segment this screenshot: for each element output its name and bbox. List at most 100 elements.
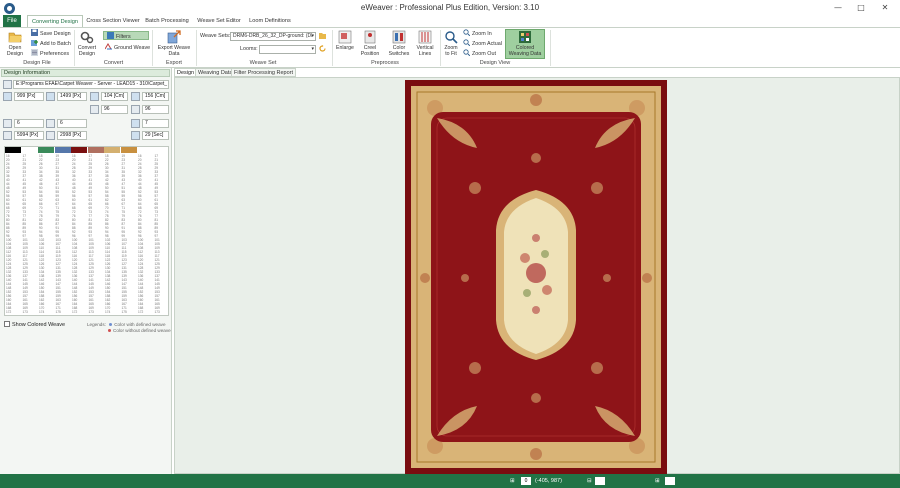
- weave-sets-folder-button[interactable]: [319, 32, 328, 41]
- color-switches-label-2: Switches: [388, 51, 410, 57]
- grid-cell[interactable]: 174: [104, 310, 120, 314]
- export-weave-data-button[interactable]: Export Weave Data: [154, 30, 194, 57]
- dpi-x-icon: [90, 105, 99, 114]
- zoom-in-button[interactable]: Zoom In: [463, 29, 492, 38]
- grid-cell[interactable]: 173: [154, 310, 169, 314]
- color-switches-button[interactable]: Color Switches: [387, 30, 411, 57]
- creel-position-button[interactable]: Creel Position: [359, 30, 381, 57]
- tab-design[interactable]: Design: [174, 68, 198, 77]
- zoom-in-icon: [463, 29, 470, 36]
- ground-weave-icon: [105, 43, 112, 50]
- weave-sets-label: Weave Sets:: [200, 33, 231, 39]
- zoom-out-button[interactable]: Zoom Out: [463, 49, 496, 58]
- refresh-looms-button[interactable]: [319, 45, 328, 54]
- refresh-icon: [319, 45, 326, 52]
- color-swatch[interactable]: [5, 147, 21, 153]
- color-swatch[interactable]: [120, 147, 137, 153]
- weave-sets-value: DRM6-DRB_26_32_DP-ground: (DI: [233, 33, 313, 39]
- show-colored-weave-checkbox[interactable]: Show Colored Weave: [4, 321, 65, 329]
- count-icon: [131, 119, 140, 128]
- panel-header: Design Information: [1, 69, 170, 77]
- color-swatch[interactable]: [71, 147, 87, 153]
- color-swatch[interactable]: [104, 147, 120, 153]
- add-to-batch-button[interactable]: Add to Batch: [31, 39, 71, 48]
- preferences-button[interactable]: Preferences: [31, 49, 69, 58]
- color-switches-icon: [392, 30, 406, 44]
- cursor-coords: (-405, 987): [535, 478, 562, 484]
- folder-icon: [319, 33, 326, 39]
- add-to-batch-label: Add to Batch: [40, 41, 71, 47]
- enlarge-button[interactable]: Enlarge: [335, 30, 355, 51]
- grid-cell[interactable]: 172: [5, 310, 21, 314]
- export-weave-label-2: Data: [168, 51, 180, 57]
- grid-cell[interactable]: 174: [38, 310, 54, 314]
- ground-weave-button[interactable]: Ground Weave: [105, 43, 150, 52]
- dpi-y-field[interactable]: 96: [142, 105, 169, 114]
- chevron-down-icon: ▾: [311, 33, 314, 39]
- open-design-button[interactable]: Open Design: [4, 30, 26, 57]
- width-px-field[interactable]: 999 [Px]: [14, 92, 44, 101]
- filters-label: Filters: [116, 34, 131, 40]
- timer-icon: [131, 131, 140, 140]
- legend-defined-dot: [109, 323, 113, 326]
- grid-cell[interactable]: 172: [137, 310, 153, 314]
- zoom-out-label: Zoom Out: [472, 51, 496, 57]
- weave-sets-combo[interactable]: DRM6-DRB_26_32_DP-ground: (DI ▾: [230, 32, 316, 41]
- design-canvas[interactable]: [174, 77, 900, 474]
- count-field[interactable]: 7: [142, 119, 169, 128]
- color-swatch[interactable]: [54, 147, 71, 153]
- looms-combo[interactable]: ▾: [259, 45, 316, 54]
- color-swatch[interactable]: [38, 147, 54, 153]
- color-swatch[interactable]: [21, 147, 38, 153]
- open-design-label-2: Design: [6, 51, 24, 57]
- height-icon: [46, 92, 55, 101]
- zoom-actual-icon: [463, 39, 470, 46]
- grid-cell[interactable]: 173: [22, 310, 38, 314]
- vertical-lines-icon: [418, 30, 432, 44]
- chevron-down-icon: ▾: [311, 46, 314, 52]
- tab-filter-processing-report[interactable]: Filter Processing Report: [231, 68, 296, 77]
- height-cm-field[interactable]: 156 [Cm]: [142, 92, 169, 101]
- save-design-button[interactable]: Save Design: [31, 29, 71, 38]
- weave-color-grid[interactable]: 16 17 18 19 16 17 18 19 16 17 20 21 22 23 20 21 22 23 20 21…: [4, 146, 169, 316]
- minimize-button[interactable]: —: [829, 1, 847, 14]
- legend: Legends: Color with defined weave Color …: [87, 322, 171, 334]
- status-box: [595, 477, 605, 485]
- tab-weaving-data[interactable]: Weaving Data: [195, 68, 236, 77]
- zoom-actual-button[interactable]: Zoom Actual: [463, 39, 502, 48]
- maximize-button[interactable]: □: [852, 1, 870, 14]
- preferences-label: Preferences: [40, 51, 70, 57]
- dpi-x-field[interactable]: 96: [101, 105, 128, 114]
- colored-weaving-data-button[interactable]: Colored Weaving Data: [505, 29, 545, 59]
- total-y-field[interactable]: 2998 [Px]: [57, 131, 87, 140]
- total-x-icon: [3, 131, 12, 140]
- resize-icon: ⊞: [655, 478, 660, 484]
- total-x-field[interactable]: 5994 [Px]: [14, 131, 44, 140]
- height-px-field[interactable]: 1499 [Px]: [57, 92, 87, 101]
- grid-cell[interactable]: 172: [71, 310, 87, 314]
- zoom-to-fit-label-2: to Fit: [445, 51, 457, 57]
- design-path-field[interactable]: E:\Programs EFAE\Carpet Weaver - Server …: [13, 80, 169, 89]
- close-button[interactable]: ✕: [876, 1, 894, 14]
- width-cm-field[interactable]: 104 [Cm]: [101, 92, 128, 101]
- grid-cell[interactable]: 175: [121, 310, 137, 314]
- colors-a-field[interactable]: 6: [14, 119, 44, 128]
- status-bar: ⊞ 0 (-405, 987) ⊟ ⊞: [0, 474, 900, 488]
- zoom-to-fit-button[interactable]: Zoom to Fit: [442, 30, 460, 57]
- grid-cell[interactable]: 175: [55, 310, 71, 314]
- colored-weaving-label-2: Weaving Data: [508, 51, 542, 57]
- colors-b-field[interactable]: 6: [57, 119, 87, 128]
- group-label-convert: Convert: [103, 60, 124, 66]
- color-swatch[interactable]: [87, 147, 104, 153]
- time-field[interactable]: 29 [Sec]: [142, 131, 169, 140]
- checkbox-box[interactable]: [4, 321, 10, 327]
- filters-button[interactable]: Filters: [103, 31, 149, 40]
- save-design-label: Save Design: [40, 31, 71, 37]
- grid-cell[interactable]: 173: [88, 310, 104, 314]
- file-tab[interactable]: File: [3, 15, 21, 27]
- enlarge-label: Enlarge: [336, 45, 354, 51]
- zoom-actual-label: Zoom Actual: [472, 41, 502, 47]
- convert-design-button[interactable]: Convert Design: [76, 30, 98, 57]
- colored-weaving-icon: [519, 31, 531, 43]
- vertical-lines-button[interactable]: Vertical Lines: [414, 30, 436, 57]
